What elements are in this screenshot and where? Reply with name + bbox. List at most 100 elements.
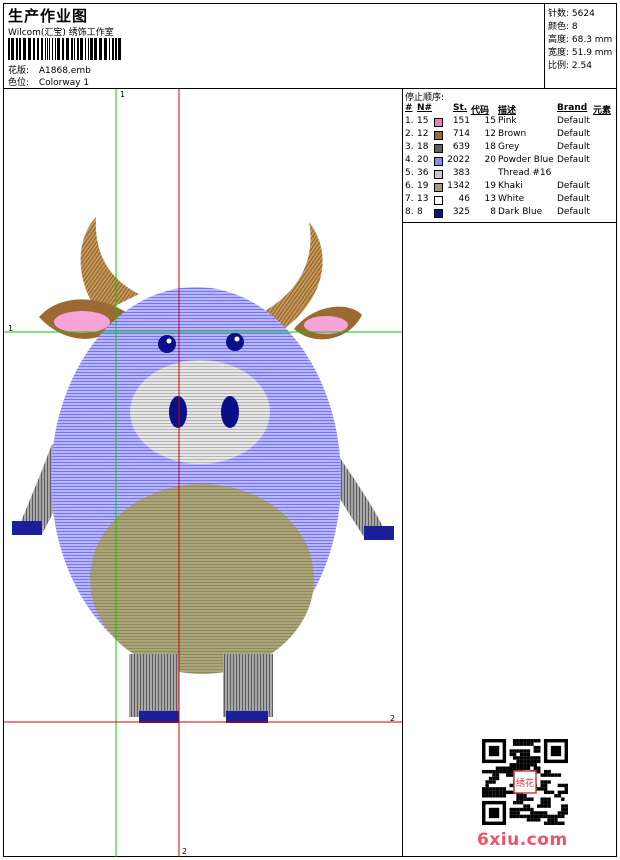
row-n: 18 (417, 142, 429, 152)
barcode (8, 38, 121, 60)
col-desc-header: 描述 (498, 106, 517, 116)
row-n: 20 (417, 155, 429, 165)
row-brand: Default (557, 129, 590, 139)
right-leg (223, 654, 273, 717)
right-nostril (221, 396, 239, 428)
design-scale: 比例: 2.54 (548, 61, 592, 71)
production-sheet: 生产作业图 Wilcom(汇宝) 绣饰工作室 花版: A1868.emb 色位:… (3, 3, 617, 857)
embroidery-preview (4, 89, 402, 857)
table-row: 4. 20 2022 20 Powder Blue Default (403, 155, 617, 168)
row-brand: Default (557, 116, 590, 126)
table-title: 停止顺序: (405, 93, 445, 103)
row-stitches: 1342 (447, 181, 470, 191)
color-swatch (434, 209, 443, 218)
row-n: 19 (417, 181, 429, 191)
col-element-header: 元素 (593, 106, 612, 116)
snout (130, 360, 270, 464)
row-description: Powder Blue (498, 155, 554, 165)
colorway-row: 色位: Colorway 1 (8, 75, 89, 88)
stitch-count: 针数: 5624 (548, 9, 595, 19)
right-hoof (226, 711, 268, 723)
qr-code: 绣花 (482, 739, 568, 825)
left-eye (158, 335, 176, 353)
row-description: Dark Blue (498, 207, 543, 217)
row-n: 13 (417, 194, 429, 204)
row-num: 8. (405, 207, 414, 217)
row-code: 13 (484, 194, 496, 204)
row-num: 1. (405, 116, 414, 126)
row-num: 2. (405, 129, 414, 139)
row-description: Brown (498, 129, 527, 139)
left-horn (80, 217, 139, 314)
belly (90, 484, 314, 674)
right-eye (226, 333, 244, 351)
table-row: 7. 13 46 13 White Default (403, 194, 617, 207)
stats-panel: 针数: 5624 颜色: 8 高度: 68.3 mm 宽度: 51.9 mm 比… (545, 4, 617, 89)
row-stitches: 2022 (447, 155, 470, 165)
col-code-header: 代码 (471, 106, 490, 116)
guide-label-h2: 2 (390, 714, 396, 723)
colorway-label: 色位: (8, 78, 30, 88)
row-brand: Default (557, 194, 590, 204)
row-n: 15 (417, 116, 429, 126)
color-swatch (434, 131, 443, 140)
row-brand: Default (557, 142, 590, 152)
row-brand: Default (557, 155, 590, 165)
color-sequence-table: 停止顺序: # N# St. 代码 描述 Brand 元素 1. 15 151 15 P… (403, 89, 617, 223)
row-num: 5. (405, 168, 414, 178)
row-description: White (498, 194, 525, 204)
row-description: Grey (498, 142, 520, 152)
left-eye-highlight (166, 338, 172, 344)
col-n-header: N# (417, 103, 433, 113)
color-swatch (434, 144, 443, 153)
row-n: 8 (417, 207, 423, 217)
table-row: 5. 36 383 Thread #16 (403, 168, 617, 181)
row-code: 20 (484, 155, 496, 165)
row-stitches: 639 (452, 142, 470, 152)
row-code: 15 (484, 116, 496, 126)
row-n: 36 (417, 168, 429, 178)
right-inner-ear (304, 316, 348, 334)
table-row: 3. 18 639 18 Grey Default (403, 142, 617, 155)
left-leg (129, 654, 179, 717)
left-nostril (169, 396, 187, 428)
color-swatch (434, 157, 443, 166)
design-height: 高度: 68.3 mm (548, 35, 613, 45)
company-name: Wilcom(汇宝) 绣饰工作室 (8, 28, 114, 38)
row-num: 7. (405, 194, 414, 204)
color-swatch (434, 118, 443, 127)
header-info: 生产作业图 Wilcom(汇宝) 绣饰工作室 花版: A1868.emb 色位:… (4, 4, 545, 89)
color-swatch (434, 170, 443, 179)
row-stitches: 383 (452, 168, 470, 178)
row-brand: Default (557, 181, 590, 191)
table-row: 6. 19 1342 19 Khaki Default (403, 181, 617, 194)
row-stitches: 46 (458, 194, 470, 204)
row-code: 8 (490, 207, 496, 217)
row-description: Pink (498, 116, 517, 126)
guide-label-h1: 1 (8, 324, 14, 333)
row-num: 6. (405, 181, 414, 191)
row-num: 4. (405, 155, 414, 165)
row-code: 19 (484, 181, 496, 191)
row-n: 12 (417, 129, 429, 139)
col-st-header: St. (453, 103, 468, 113)
row-stitches: 714 (452, 129, 470, 139)
qr-badge-text: 绣花 (516, 777, 534, 789)
guide-label-v2: 2 (182, 847, 188, 856)
table-row: 1. 15 151 15 Pink Default (403, 116, 617, 129)
col-num-header: # (405, 103, 413, 113)
row-code: 12 (484, 129, 496, 139)
right-eye-highlight (234, 336, 240, 342)
design-preview: 1 1 2 2 (4, 89, 403, 857)
col-brand-header: Brand (557, 103, 588, 113)
left-inner-ear (54, 311, 110, 333)
color-swatch (434, 196, 443, 205)
row-stitches: 151 (452, 116, 470, 126)
design-width: 宽度: 51.9 mm (548, 48, 613, 58)
row-description: Khaki (498, 181, 523, 191)
left-hoof (139, 711, 179, 723)
color-swatch (434, 183, 443, 192)
row-num: 3. (405, 142, 414, 152)
row-code: 18 (484, 142, 496, 152)
colorway-value: Colorway 1 (38, 78, 90, 88)
